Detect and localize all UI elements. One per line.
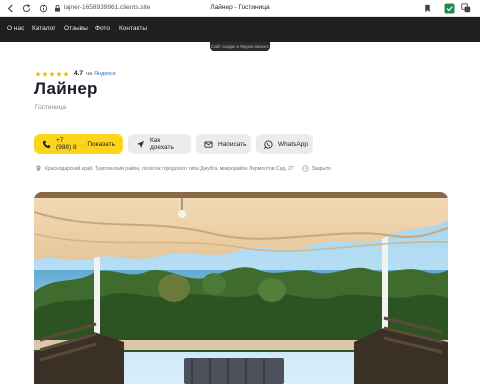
clock-icon xyxy=(301,165,309,172)
site-nav: О нас Каталог Отзывы Фото Контакты xyxy=(0,17,480,42)
write-button[interactable]: Написать xyxy=(196,134,251,154)
location-pin-icon xyxy=(36,165,41,172)
whatsapp-icon xyxy=(264,139,273,149)
nav-item-catalog[interactable]: Каталог xyxy=(32,25,56,32)
nav-item-photos[interactable]: Фото xyxy=(95,25,110,32)
address-text[interactable]: Краснодарский край, Туапсинский район, п… xyxy=(45,166,294,172)
star-icon xyxy=(56,70,62,77)
route-button-label: Как доехать xyxy=(150,137,174,151)
call-button[interactable]: +7 (988) 8… Показать xyxy=(34,134,123,154)
whatsapp-button-label: WhatsApp xyxy=(278,140,308,148)
nav-item-contacts[interactable]: Контакты xyxy=(119,25,147,32)
bookmark-icon[interactable] xyxy=(421,2,433,14)
star-icon xyxy=(42,70,48,77)
site-info-icon[interactable] xyxy=(37,2,49,14)
star-icon xyxy=(49,70,55,77)
write-button-label: Написать xyxy=(218,140,247,148)
address-bar-url[interactable]: lajner-1658939961.clients.site xyxy=(64,4,150,11)
extension-icon[interactable] xyxy=(443,2,455,14)
back-icon[interactable] xyxy=(4,2,16,14)
envelope-icon xyxy=(204,140,213,149)
rating-block[interactable]: 4.7 на Яндексе xyxy=(35,69,116,78)
phone-number-masked: +7 (988) 8 xyxy=(56,137,77,151)
nav-item-reviews[interactable]: Отзывы xyxy=(64,25,88,32)
rating-source-link[interactable]: Яндексе xyxy=(94,71,116,77)
address-line: Краснодарский край, Туапсинский район, п… xyxy=(35,164,331,173)
made-with-badge[interactable]: Сайт создан в Яндекс Бизнес xyxy=(210,42,270,51)
rating-value: 4.7 xyxy=(74,70,84,77)
star-icon xyxy=(35,70,41,77)
show-phone-label[interactable]: Показать xyxy=(87,141,115,148)
phone-icon xyxy=(42,140,51,149)
padlock-icon xyxy=(51,2,63,14)
star-icon xyxy=(63,70,69,77)
route-button[interactable]: Как доехать xyxy=(128,134,191,154)
opening-status[interactable]: Закрыто xyxy=(312,166,331,172)
rating-on-label: на xyxy=(86,70,93,77)
business-name: Лайнер xyxy=(34,79,98,98)
translate-icon[interactable] xyxy=(460,2,472,14)
business-category: Гостиница xyxy=(35,104,67,111)
reload-icon[interactable] xyxy=(20,2,32,14)
browser-toolbar: lajner-1658939961.clients.site Лайнер - … xyxy=(0,0,480,17)
nav-item-about[interactable]: О нас xyxy=(7,25,24,32)
hero-photo[interactable] xyxy=(34,192,448,384)
whatsapp-button[interactable]: WhatsApp xyxy=(256,134,313,154)
rating-stars xyxy=(35,70,69,77)
navigation-arrow-icon xyxy=(136,140,145,149)
